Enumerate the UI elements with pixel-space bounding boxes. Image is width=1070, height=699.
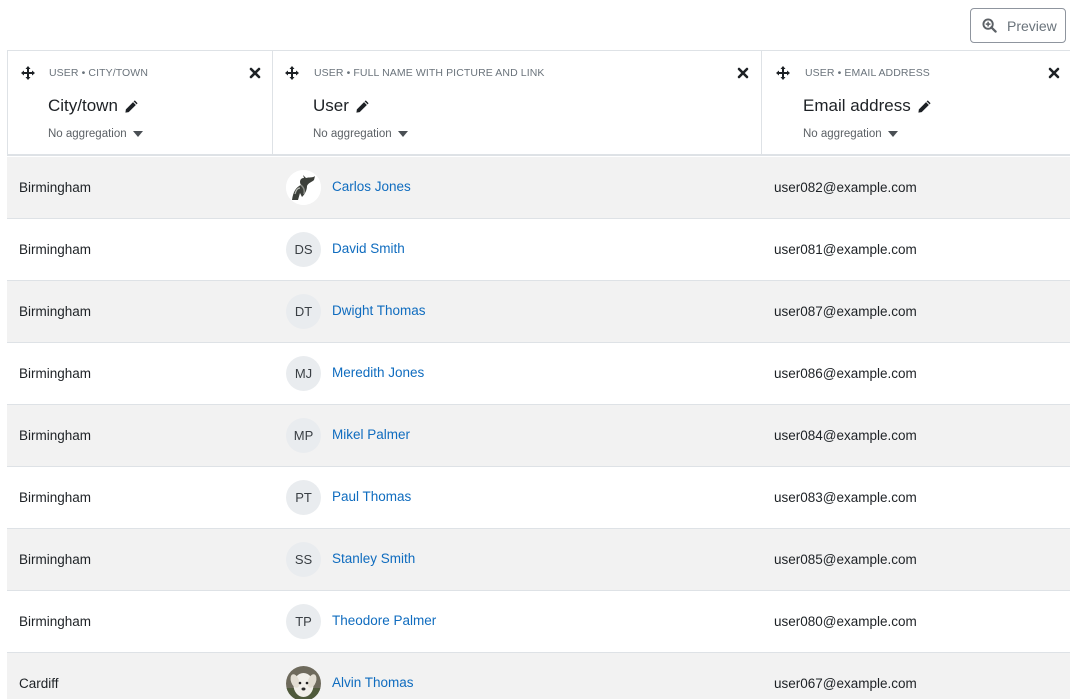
caret-down-icon <box>132 130 143 137</box>
city-cell: Birmingham <box>19 242 92 257</box>
pencil-icon[interactable] <box>917 99 932 114</box>
column-title-text: User <box>313 96 349 115</box>
column-title[interactable]: User <box>313 96 370 116</box>
table-row: Birmingham MJ Meredith Jones user086@exa… <box>7 343 1070 405</box>
aggregation-value: No aggregation <box>803 128 882 140</box>
pencil-icon[interactable] <box>124 99 139 114</box>
avatar[interactable]: SS <box>286 542 321 577</box>
table-row: Birmingham DS David Smith user081@exampl… <box>7 219 1070 281</box>
report-editor: Preview USER • CITY/TOWN City/town No ag… <box>0 0 1070 699</box>
user-link[interactable]: Carlos Jones <box>332 179 411 194</box>
report-table-body: Birmingham Carlos Jones user082@example.… <box>7 157 1070 699</box>
email-cell: user085@example.com <box>774 552 917 567</box>
user-link[interactable]: Mikel Palmer <box>332 427 410 442</box>
city-cell: Birmingham <box>19 552 92 567</box>
city-cell: Birmingham <box>19 614 92 629</box>
caret-down-icon <box>887 130 898 137</box>
avatar[interactable] <box>286 170 321 205</box>
email-cell: user081@example.com <box>774 242 917 257</box>
aggregation-select[interactable]: No aggregation <box>803 128 898 140</box>
zoom-in-icon <box>982 18 997 33</box>
city-cell: Birmingham <box>19 428 92 443</box>
user-link[interactable]: Alvin Thomas <box>332 675 414 690</box>
column-header-user: USER • FULL NAME WITH PICTURE AND LINK U… <box>273 50 762 156</box>
user-link[interactable]: Paul Thomas <box>332 489 411 504</box>
city-cell: Birmingham <box>19 180 92 195</box>
table-row: Birmingham TP Theodore Palmer user080@ex… <box>7 591 1070 653</box>
column-header-email: USER • EMAIL ADDRESS Email address No ag… <box>762 50 1070 156</box>
email-cell: user067@example.com <box>774 676 917 691</box>
column-title[interactable]: City/town <box>48 96 139 116</box>
avatar[interactable] <box>286 666 321 699</box>
email-cell: user082@example.com <box>774 180 917 195</box>
table-row: Birmingham PT Paul Thomas user083@exampl… <box>7 467 1070 529</box>
move-icon[interactable] <box>776 66 790 80</box>
city-cell: Birmingham <box>19 366 92 381</box>
close-icon[interactable] <box>1048 67 1060 79</box>
city-cell: Birmingham <box>19 304 92 319</box>
preview-button[interactable]: Preview <box>970 8 1066 43</box>
column-source: USER • FULL NAME WITH PICTURE AND LINK <box>314 67 545 79</box>
table-row: Birmingham DT Dwight Thomas user087@exam… <box>7 281 1070 343</box>
move-icon[interactable] <box>285 66 299 80</box>
avatar[interactable]: PT <box>286 480 321 515</box>
city-cell: Cardiff <box>19 676 59 691</box>
caret-down-icon <box>397 130 408 137</box>
email-cell: user080@example.com <box>774 614 917 629</box>
user-link[interactable]: David Smith <box>332 241 405 256</box>
user-link[interactable]: Dwight Thomas <box>332 303 426 318</box>
email-cell: user087@example.com <box>774 304 917 319</box>
table-row: Birmingham Carlos Jones user082@example.… <box>7 157 1070 219</box>
email-cell: user084@example.com <box>774 428 917 443</box>
column-source: USER • CITY/TOWN <box>49 67 149 79</box>
aggregation-value: No aggregation <box>48 128 127 140</box>
dog-photo-icon <box>286 666 321 699</box>
avatar[interactable]: DT <box>286 294 321 329</box>
column-title[interactable]: Email address <box>803 96 932 116</box>
user-link[interactable]: Meredith Jones <box>332 365 424 380</box>
user-link[interactable]: Stanley Smith <box>332 551 415 566</box>
user-link[interactable]: Theodore Palmer <box>332 613 436 628</box>
email-cell: user086@example.com <box>774 366 917 381</box>
table-row: Birmingham SS Stanley Smith user085@exam… <box>7 529 1070 591</box>
move-icon[interactable] <box>21 66 35 80</box>
column-header-city: USER • CITY/TOWN City/town No aggregatio… <box>7 50 273 156</box>
bull-photo-icon <box>286 170 321 205</box>
pencil-icon[interactable] <box>355 99 370 114</box>
aggregation-select[interactable]: No aggregation <box>48 128 143 140</box>
avatar[interactable]: MP <box>286 418 321 453</box>
aggregation-value: No aggregation <box>313 128 392 140</box>
preview-label: Preview <box>1007 17 1057 34</box>
city-cell: Birmingham <box>19 490 92 505</box>
avatar[interactable]: DS <box>286 232 321 267</box>
aggregation-select[interactable]: No aggregation <box>313 128 408 140</box>
email-cell: user083@example.com <box>774 490 917 505</box>
close-icon[interactable] <box>249 67 261 79</box>
avatar[interactable]: TP <box>286 604 321 639</box>
table-row: Cardiff Alvin Thomas user067@example.com <box>7 653 1070 699</box>
column-title-text: City/town <box>48 96 118 115</box>
avatar[interactable]: MJ <box>286 356 321 391</box>
column-title-text: Email address <box>803 96 911 115</box>
close-icon[interactable] <box>737 67 749 79</box>
column-source: USER • EMAIL ADDRESS <box>805 67 930 79</box>
table-row: Birmingham MP Mikel Palmer user084@examp… <box>7 405 1070 467</box>
